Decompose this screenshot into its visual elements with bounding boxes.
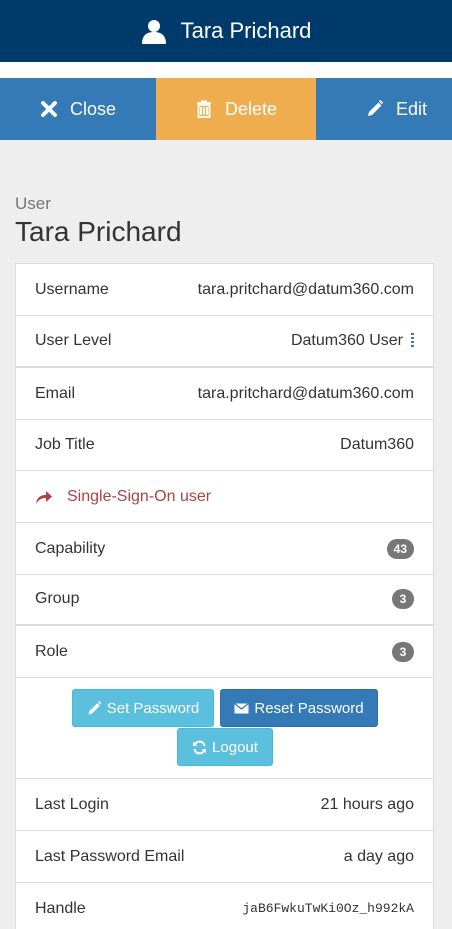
capability-row[interactable]: Capability 43 (16, 523, 433, 575)
refresh-icon (192, 740, 207, 755)
action-bar: Close Delete Edit (0, 78, 452, 140)
pencil-icon (87, 700, 102, 716)
trash-icon (195, 100, 213, 118)
account-actions: Set Password Reset Password Logout (16, 678, 433, 779)
capability-label: Capability (35, 539, 106, 557)
job-title-value: Datum360 (340, 435, 414, 453)
last-password-email-row: Last Password Email a day ago (16, 831, 433, 883)
role-count-badge: 3 (392, 641, 414, 662)
envelope-icon (234, 701, 250, 716)
role-label: Role (35, 642, 68, 660)
edit-button-label: Edit (395, 98, 427, 119)
user-level-value: Datum360 User (290, 332, 403, 349)
user-level-label: User Level (35, 332, 112, 349)
user-details-panel: Username tara.pritchard@datum360.com Use… (15, 263, 434, 929)
sso-label: Single-Sign-On user (67, 487, 212, 505)
close-button-label: Close (69, 98, 117, 119)
last-login-label: Last Login (35, 795, 109, 813)
set-password-button[interactable]: Set Password (72, 689, 214, 727)
share-arrow-icon (35, 489, 53, 505)
email-label: Email (35, 384, 76, 402)
handle-row: Handle jaB6FwkuTwKi0Oz_h992kA (16, 883, 433, 929)
job-title-label: Job Title (35, 435, 95, 453)
delete-button-label: Delete (224, 98, 278, 119)
group-label: Group (35, 590, 80, 607)
user-level-row: User Level Datum360 User (16, 316, 433, 368)
header-divider (0, 62, 452, 78)
header-title: Tara Prichard (180, 18, 312, 43)
section-type-label: User (15, 194, 51, 213)
handle-label: Handle (35, 899, 86, 917)
reset-password-button[interactable]: Reset Password (220, 689, 378, 727)
page-title: Tara Prichard (15, 216, 182, 247)
set-password-label: Set Password (106, 699, 200, 717)
last-password-email-value: a day ago (343, 847, 414, 865)
username-value: tara.pritchard@datum360.com (197, 280, 414, 298)
close-icon (40, 100, 58, 118)
delete-button[interactable]: Delete (156, 78, 316, 140)
user-icon (141, 18, 167, 44)
last-password-email-label: Last Password Email (35, 847, 185, 865)
email-row: Email tara.pritchard@datum360.com (16, 368, 433, 420)
pencil-icon (366, 100, 384, 118)
last-login-row: Last Login 21 hours ago (16, 779, 433, 831)
job-title-row: Job Title Datum360 (16, 419, 433, 471)
capability-count-badge: 43 (386, 538, 414, 559)
group-row[interactable]: Group 3 (16, 574, 433, 626)
role-row[interactable]: Role 3 (16, 626, 433, 678)
reset-password-label: Reset Password (254, 699, 364, 717)
last-login-value: 21 hours ago (320, 795, 414, 813)
edit-button[interactable]: Edit (316, 78, 452, 140)
group-count-badge: 3 (392, 589, 414, 609)
username-row: Username tara.pritchard@datum360.com (16, 264, 433, 316)
handle-value: jaB6FwkuTwKi0Oz_h992kA (242, 901, 414, 916)
logout-button[interactable]: Logout (177, 728, 273, 766)
top-header: Tara Prichard (0, 0, 452, 62)
username-label: Username (35, 280, 109, 298)
email-value: tara.pritchard@datum360.com (197, 384, 414, 402)
more-options-icon[interactable] (411, 332, 414, 349)
sso-row: Single-Sign-On user (16, 471, 433, 523)
close-button[interactable]: Close (0, 78, 156, 140)
logout-label: Logout (212, 738, 258, 756)
